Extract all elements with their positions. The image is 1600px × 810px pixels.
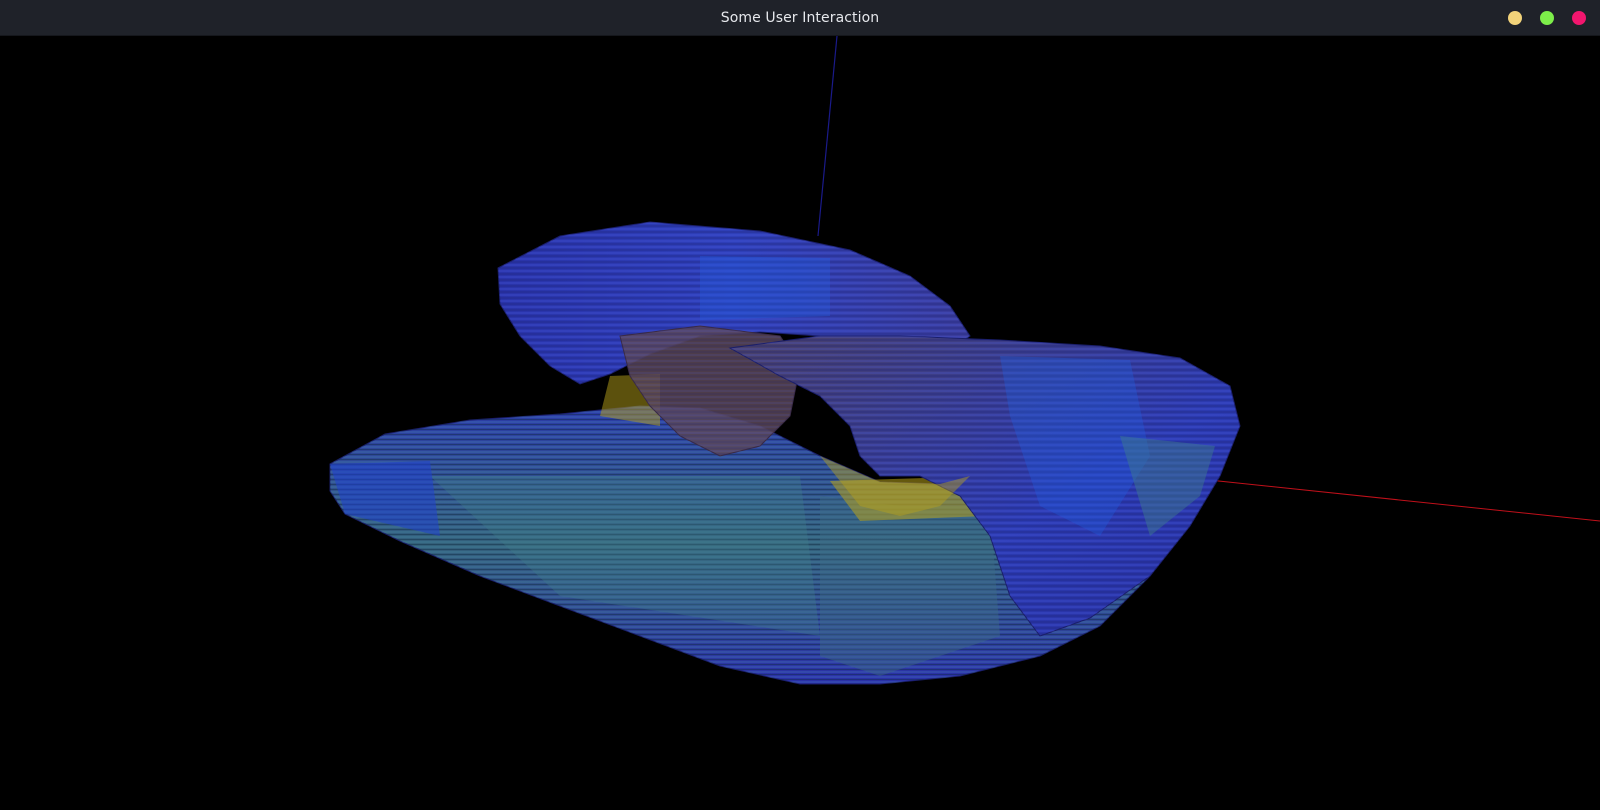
minimize-button[interactable]	[1508, 11, 1522, 25]
title-bar[interactable]: Some User Interaction	[0, 0, 1600, 36]
maximize-button[interactable]	[1540, 11, 1554, 25]
app-window: Some User Interaction	[0, 0, 1600, 810]
z-axis-line	[817, 36, 838, 237]
close-button[interactable]	[1572, 11, 1586, 25]
window-title: Some User Interaction	[720, 10, 880, 26]
x-axis-line	[1189, 477, 1600, 522]
render-viewport[interactable]	[0, 36, 1600, 810]
scene-canvas	[329, 36, 1600, 685]
